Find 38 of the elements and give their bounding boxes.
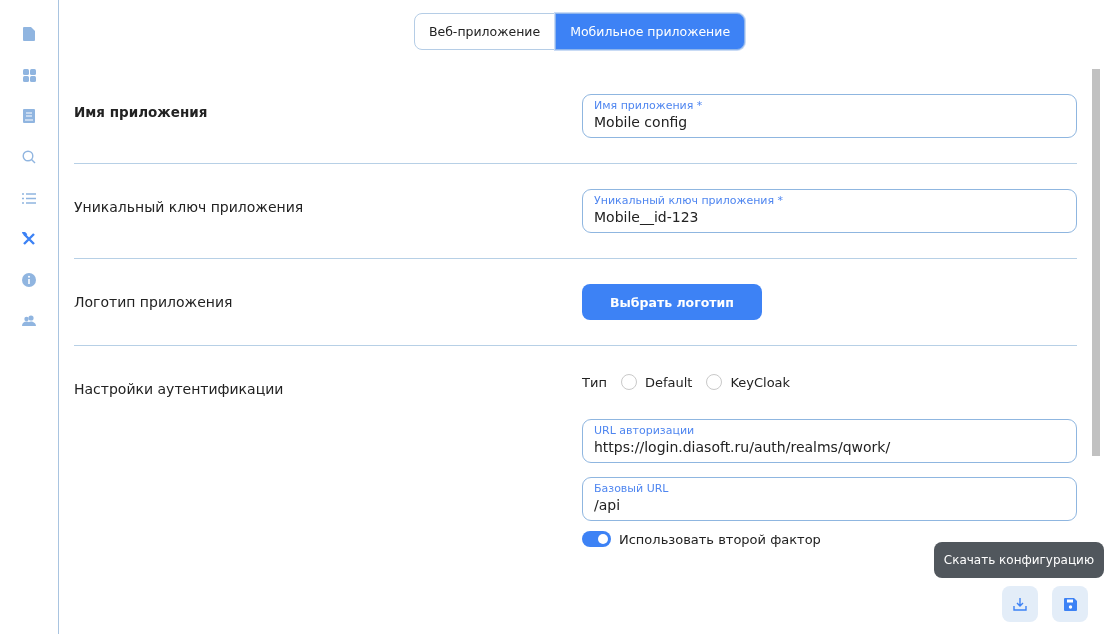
grid-icon — [22, 68, 36, 82]
field-label: Уникальный ключ приложения * — [594, 194, 785, 207]
field-value: /api — [594, 496, 621, 515]
field-label: Имя приложения * — [594, 99, 704, 112]
section-title: Настройки аутентификации — [74, 380, 285, 399]
book-icon — [23, 109, 35, 123]
text-field[interactable]: Уникальный ключ приложения * Mobile__id-123 — [582, 189, 1077, 233]
users-icon — [22, 315, 36, 327]
save-icon — [1063, 597, 1077, 611]
section-title: Уникальный ключ приложения — [74, 198, 305, 217]
radio-label[interactable]: KeyCloak — [730, 374, 791, 390]
list-icon — [22, 192, 36, 204]
tab[interactable]: Веб-приложение — [413, 13, 556, 50]
section-title: Имя приложения — [74, 103, 209, 122]
scrollbar-thumb[interactable] — [1092, 69, 1100, 456]
text-field[interactable]: URL авторизации https://login.diasoft.ru/auth/realms/qwork/ — [582, 419, 1077, 463]
field-value: https://login.diasoft.ru/auth/realms/qwork/ — [594, 438, 891, 457]
field-label: URL авторизации — [594, 424, 696, 437]
text-field[interactable]: Базовый URL /api — [582, 477, 1077, 521]
tools-icon — [22, 232, 36, 246]
field-label: Базовый URL — [594, 482, 670, 495]
text-field[interactable]: Имя приложения * Mobile config — [582, 94, 1077, 138]
tab[interactable]: Мобильное приложение — [555, 13, 746, 50]
download-button[interactable] — [1002, 586, 1038, 622]
toggle-label: Использовать второй фактор — [619, 531, 821, 547]
search-icon — [22, 150, 36, 164]
section-title: Логотип приложения — [74, 293, 234, 312]
field-value: Mobile config — [594, 113, 688, 132]
save-button[interactable] — [1052, 586, 1088, 622]
field-value: Mobile__id-123 — [594, 208, 699, 227]
toggle-switch[interactable] — [582, 531, 611, 547]
download-icon — [1013, 597, 1027, 611]
document-icon — [23, 27, 35, 41]
tooltip: Скачать конфигурацию — [933, 542, 1104, 578]
choose-logo-button[interactable]: Выбрать логотип — [582, 284, 762, 320]
radio-group-label: Тип — [582, 374, 607, 390]
info-icon — [22, 273, 36, 287]
radio-label[interactable]: Default — [644, 374, 693, 390]
